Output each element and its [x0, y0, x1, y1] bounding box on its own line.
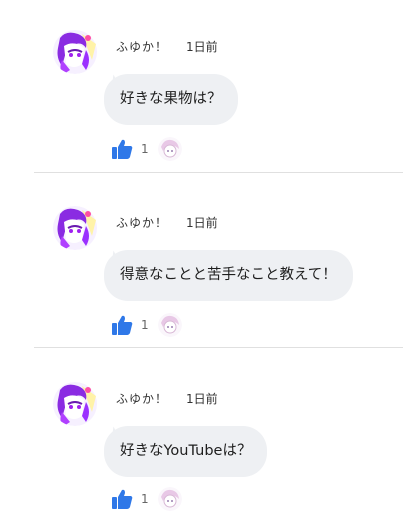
liker-avatar[interactable]: [158, 313, 182, 337]
comment-post-2: ふゆか！ 1日前 得意なことと苦手なこと教えて！ 1: [0, 176, 403, 351]
liker-avatar[interactable]: [158, 137, 182, 161]
post-timestamp: 1日前: [186, 216, 218, 230]
comment-post-3: ふゆか！ 1日前 好きなYouTubeは？ 1: [0, 352, 403, 527]
post-divider: [34, 172, 403, 173]
author-name[interactable]: ふゆか！: [116, 390, 168, 407]
like-thumbs-up-icon[interactable]: [112, 489, 133, 509]
post-timestamp: 1日前: [186, 392, 218, 406]
reactions-bar: 1: [112, 137, 232, 163]
author-name[interactable]: ふゆか！: [116, 38, 168, 55]
author-avatar[interactable]: [52, 382, 98, 426]
message-bubble: 得意なことと苦手なこと教えて！: [104, 250, 353, 301]
comment-post-1: ふゆか！ 1日前 好きな果物は？ 1: [0, 0, 403, 175]
like-count: 1: [141, 492, 149, 506]
like-count: 1: [141, 142, 149, 156]
author-avatar[interactable]: [52, 30, 98, 74]
message-bubble: 好きな果物は？: [104, 74, 238, 125]
message-bubble: 好きなYouTubeは？: [104, 426, 268, 477]
author-avatar[interactable]: [52, 206, 98, 250]
reactions-bar: 1: [112, 487, 232, 513]
post-timestamp: 1日前: [186, 40, 218, 54]
like-thumbs-up-icon[interactable]: [112, 139, 133, 159]
reactions-bar: 1: [112, 313, 232, 339]
liker-avatar[interactable]: [158, 487, 182, 511]
post-divider: [34, 347, 403, 348]
like-thumbs-up-icon[interactable]: [112, 315, 133, 335]
like-count: 1: [141, 318, 149, 332]
author-name[interactable]: ふゆか！: [116, 214, 168, 231]
